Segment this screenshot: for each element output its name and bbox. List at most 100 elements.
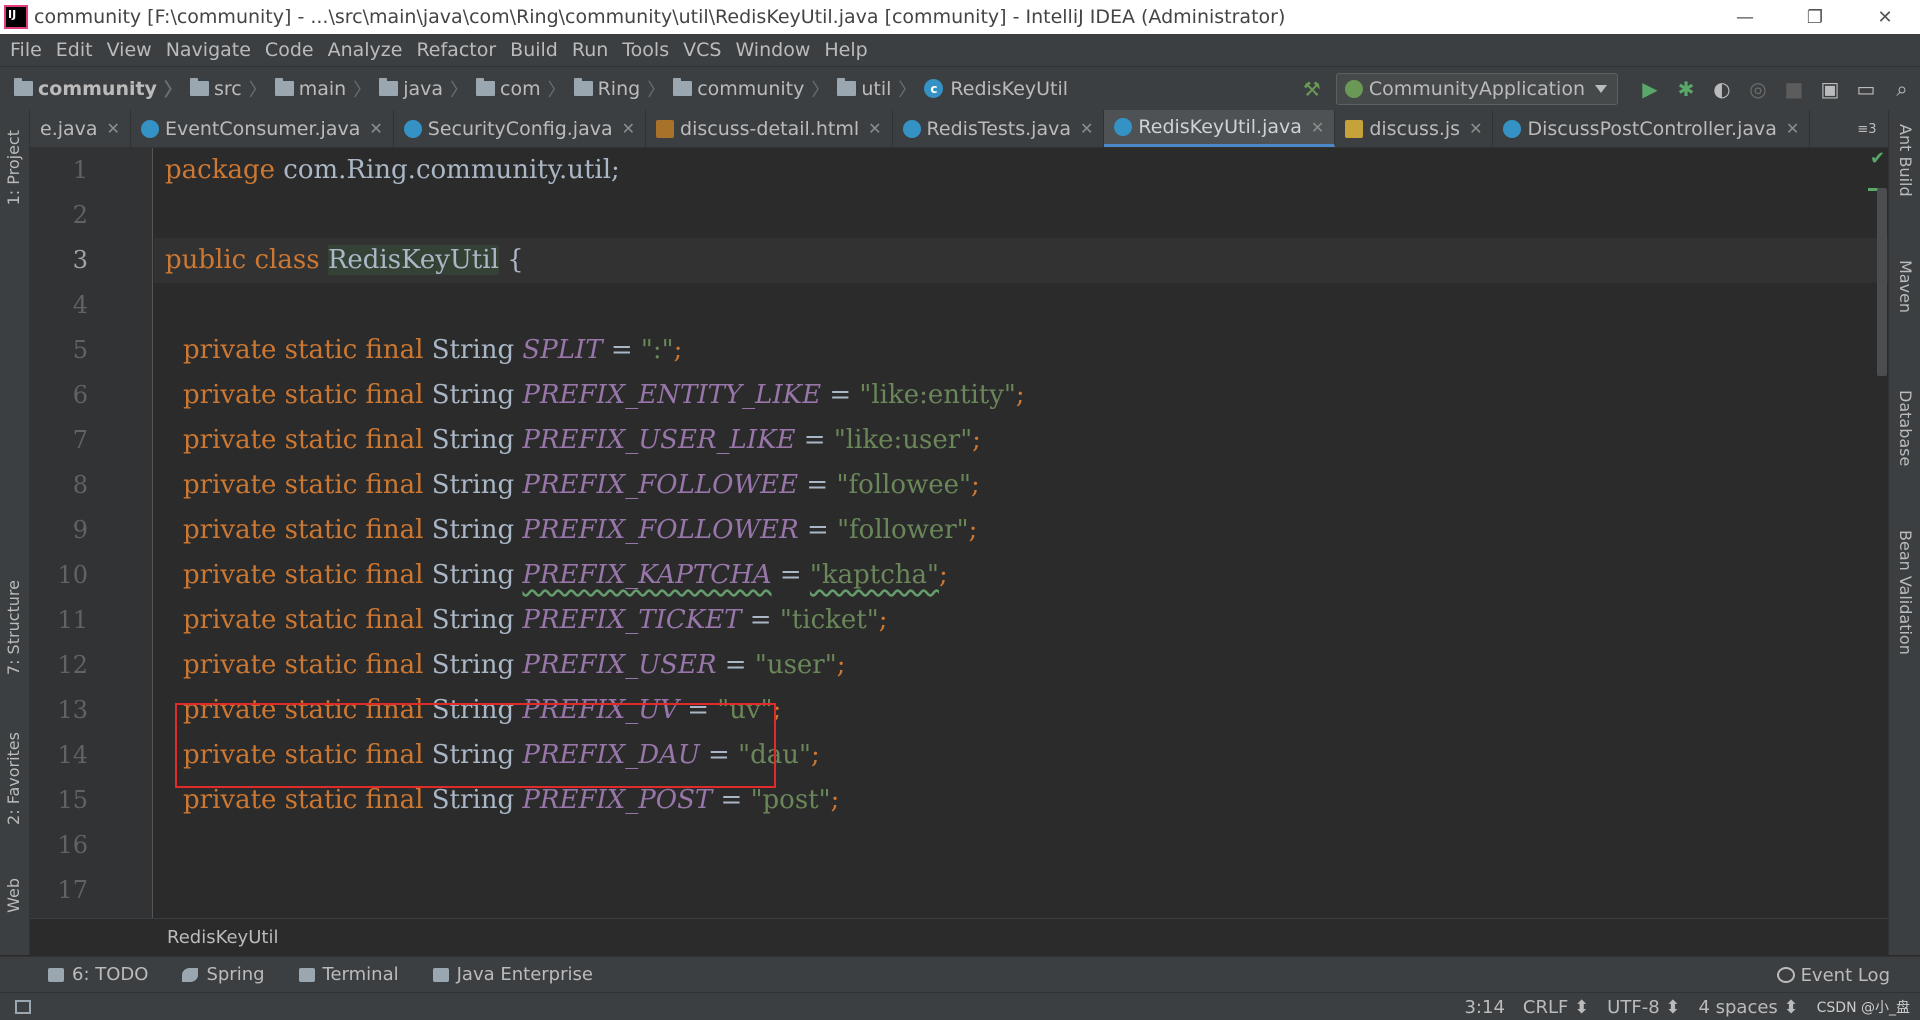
todo-tool-button[interactable]: 6: TODO [48,964,148,985]
tab-redistests[interactable]: RedisTests.java ✕ [893,110,1105,147]
debug-icon[interactable]: ✱ [1668,67,1704,111]
folder-icon [14,78,33,96]
close-icon[interactable]: ✕ [369,119,382,138]
run-icon[interactable]: ▶ [1632,67,1668,111]
list-icon [48,967,64,982]
ant-build-tool-button[interactable]: Ant Build [1896,124,1915,197]
code-line-field: private static final String PREFIX_FOLLO… [183,508,977,553]
menu-vcs[interactable]: VCS [676,39,728,61]
menu-view[interactable]: View [100,39,159,61]
close-icon[interactable]: ✕ [1469,119,1482,138]
web-tool-button[interactable]: Web [4,878,23,913]
build-hammer-icon[interactable]: ⚒ [1294,67,1330,111]
project-tool-button[interactable]: 1: Project [4,130,23,205]
stop-icon[interactable]: ■ [1776,67,1812,111]
keyword: public class [165,245,328,275]
spring-tool-button[interactable]: Spring [182,964,265,985]
line-separator[interactable]: CRLF ⬍ [1523,997,1589,1018]
database-tool-button[interactable]: Database [1896,390,1915,466]
run-anything-icon[interactable]: ▭ [1848,67,1884,111]
file-encoding[interactable]: UTF-8 ⬍ [1607,997,1680,1018]
crumb-ring[interactable]: Ring 〉 [573,76,674,102]
code-editor[interactable]: 1 2 3 4 5 6 7 8 9 10 11 12 13 14 15 16 1… [30,148,1888,918]
semicolon: ; [972,425,981,455]
watermark: CSDN @小_盘 [1816,1000,1910,1016]
speech-bubble-icon [1776,967,1795,983]
java-enterprise-icon [432,967,449,982]
crumb-rediskeyutil[interactable]: c RedisKeyUtil [924,78,1068,100]
menu-refactor[interactable]: Refactor [409,39,503,61]
close-button[interactable]: ✕ [1850,0,1920,34]
restore-button[interactable]: ❐ [1780,0,1850,34]
java-enterprise-label: Java Enterprise [456,964,593,985]
profile-icon[interactable]: ◎ [1740,67,1776,111]
menu-window[interactable]: Window [728,39,817,61]
menu-help[interactable]: Help [817,39,874,61]
editor-breadcrumb-item[interactable]: RedisKeyUtil [167,927,278,948]
keyword: private static final [183,605,424,635]
maven-tool-button[interactable]: Maven [1896,260,1915,313]
tab-discuss-detail-html[interactable]: discuss-detail.html ✕ [646,110,893,147]
menu-edit[interactable]: Edit [49,39,100,61]
terminal-icon [298,967,315,982]
ide-window: community [F:\community] - ...\src\main\… [0,0,1920,1020]
crumb-com[interactable]: com 〉 [476,76,574,102]
tab-discusspostcontroller[interactable]: DiscussPostController.java ✕ [1493,110,1811,147]
close-icon[interactable]: ✕ [1080,119,1093,138]
tab-securityconfig[interactable]: SecurityConfig.java ✕ [394,110,647,147]
tab-e-java[interactable]: e.java ✕ [30,110,131,147]
terminal-label: Terminal [322,964,399,985]
close-icon[interactable]: ✕ [107,119,120,138]
run-configuration-select[interactable]: CommunityApplication [1335,73,1618,105]
menu-code[interactable]: Code [258,39,321,61]
tab-discuss-js[interactable]: discuss.js ✕ [1335,110,1494,147]
close-icon[interactable]: ✕ [1311,118,1324,137]
line-number: 11 [57,606,88,634]
operator: = [798,470,837,500]
editor-tabs: e.java ✕ EventConsumer.java ✕ SecurityConf… [30,110,1888,148]
search-icon[interactable]: ⌕ [1884,67,1920,111]
class-icon [140,119,159,138]
menu-analyze[interactable]: Analyze [321,39,410,61]
field-name: PREFIX_USER [522,650,717,680]
terminal-tool-button[interactable]: Terminal [298,964,399,985]
menu-run[interactable]: Run [565,39,615,61]
crumb-label: util [861,77,892,100]
favorites-tool-button[interactable]: 2: Favorites [4,732,23,825]
minimize-button[interactable]: — [1710,0,1780,34]
close-icon[interactable]: ✕ [1786,119,1799,138]
type: String [423,785,523,815]
crumb-label: RedisKeyUtil [950,77,1069,100]
maven-label: Maven [1896,260,1915,314]
tool-windows-toggle-icon[interactable] [15,999,31,1014]
event-log-button[interactable]: Event Log [1776,957,1890,993]
crumb-community-project[interactable]: community 〉 [14,76,190,102]
caret-position[interactable]: 3:14 [1464,997,1504,1018]
project-structure-icon[interactable]: ▣ [1812,67,1848,111]
close-icon[interactable]: ✕ [868,119,881,138]
crumb-community[interactable]: community 〉 [673,76,837,102]
bean-validation-tool-button[interactable]: Bean Validation [1896,530,1915,655]
code-line-field: private static final String PREFIX_USER_… [183,418,981,463]
structure-tool-button[interactable]: 7: Structure [4,580,23,675]
menu-tools[interactable]: Tools [615,39,676,61]
inspection-ok-icon[interactable]: ✔ [1870,148,1888,170]
coverage-icon[interactable]: ◐ [1704,67,1740,111]
crumb-java[interactable]: java 〉 [379,76,476,102]
menu-build[interactable]: Build [503,39,565,61]
crumb-util[interactable]: util 〉 [837,76,924,102]
tab-label: EventConsumer.java [164,117,361,140]
tab-rediskeyutil[interactable]: RedisKeyUtil.java ✕ [1104,110,1336,147]
menu-file[interactable]: File [3,39,49,61]
menu-navigate[interactable]: Navigate [159,39,258,61]
tabs-overflow-button[interactable]: ≡3 [1846,110,1888,147]
close-icon[interactable]: ✕ [622,119,635,138]
indent-setting[interactable]: 4 spaces ⬍ [1698,997,1798,1018]
java-enterprise-tool-button[interactable]: Java Enterprise [432,964,593,985]
tab-eventconsumer[interactable]: EventConsumer.java ✕ [131,110,394,147]
operator: = [798,515,838,545]
package-name: com.Ring.community.util; [275,155,620,185]
crumb-main[interactable]: main 〉 [274,76,379,102]
crumb-src[interactable]: src 〉 [189,76,275,102]
vertical-scrollbar[interactable] [1877,188,1887,376]
